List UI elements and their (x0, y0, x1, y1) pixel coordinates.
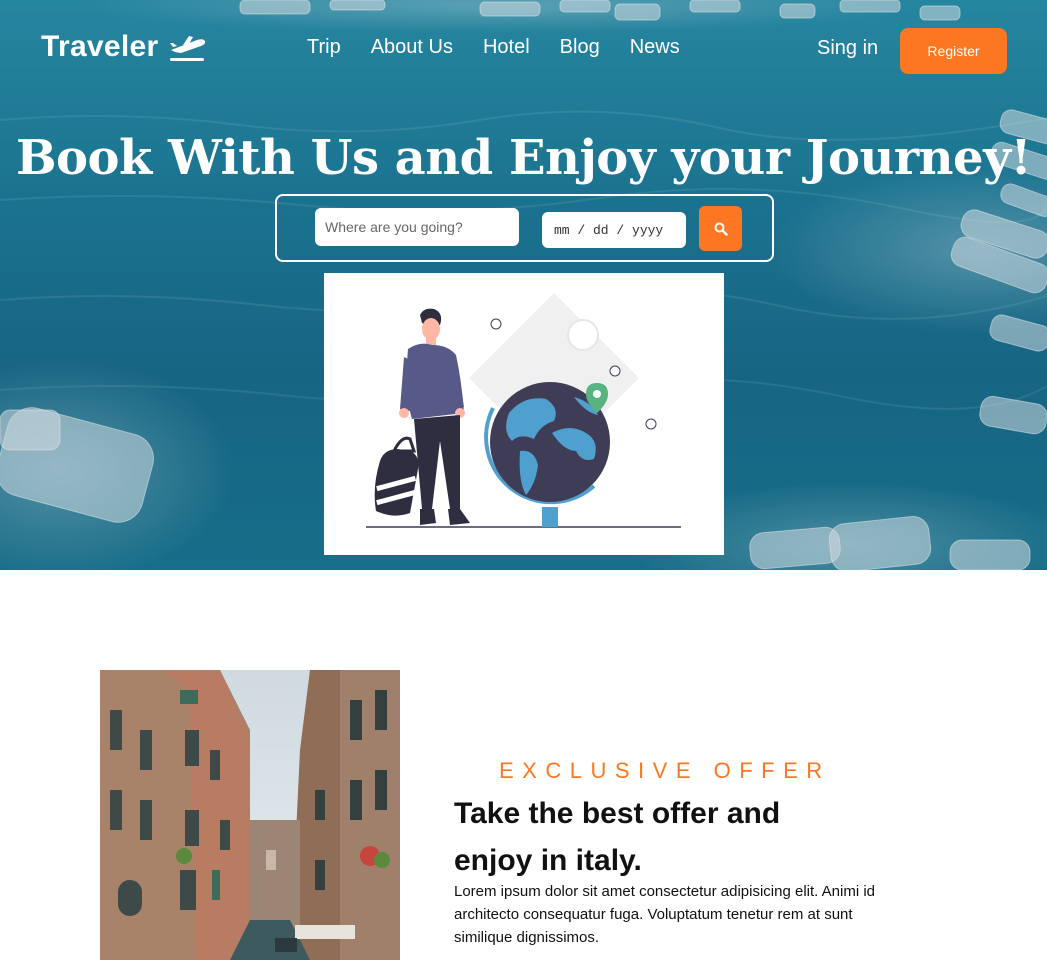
venice-canal-photo (100, 670, 400, 960)
nav-item-about-us[interactable]: About Us (371, 36, 453, 59)
offer-description: Lorem ipsum dolor sit amet consectetur a… (454, 883, 876, 946)
destination-search-input[interactable] (315, 208, 519, 246)
offer-title-line-2: enjoy in italy. (454, 844, 642, 877)
offer-title-line-1: Take the best offer and (454, 797, 781, 830)
brand-logo[interactable]: Traveler (41, 30, 207, 64)
nav-item-trip[interactable]: Trip (307, 36, 341, 59)
register-button[interactable]: Register (900, 28, 1007, 74)
search-icon (714, 222, 728, 236)
hero-headline: Book With Us and Enjoy your Journey! (15, 130, 1032, 186)
search-button[interactable] (699, 206, 742, 251)
signin-link[interactable]: Sing in (817, 37, 878, 60)
traveler-with-globe-illustration (324, 273, 724, 555)
date-input[interactable]: mm / dd / yyyy (542, 212, 686, 248)
nav-item-news[interactable]: News (630, 36, 680, 59)
date-placeholder: mm / dd / yyyy (554, 222, 664, 238)
nav-item-hotel[interactable]: Hotel (483, 36, 530, 59)
main-nav: Trip About Us Hotel Blog News (307, 36, 710, 59)
nav-item-blog[interactable]: Blog (560, 36, 600, 59)
offer-eyebrow: EXCLUSIVE OFFER (499, 758, 831, 783)
offer-title: Take the best offer and enjoy in italy. (454, 790, 874, 884)
hero-banner: Traveler Trip About Us Hotel Blog News S… (0, 0, 1047, 570)
brand-name: Traveler (41, 30, 159, 63)
airplane-takeoff-icon (169, 36, 205, 61)
